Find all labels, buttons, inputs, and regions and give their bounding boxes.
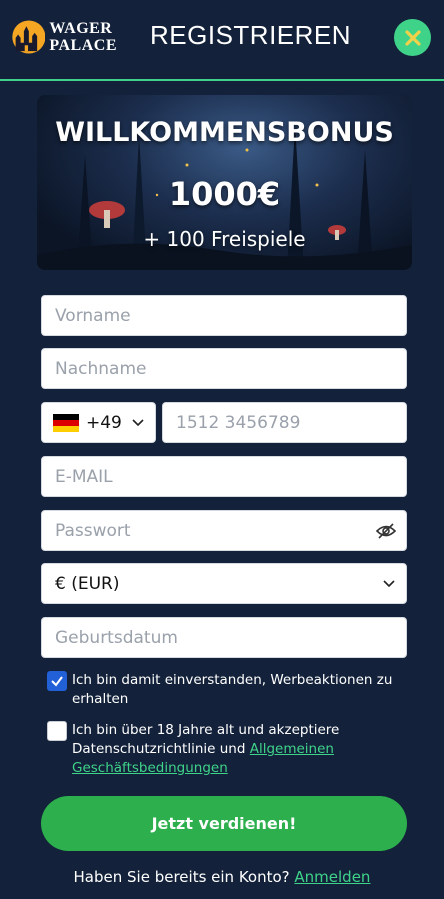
currency-select[interactable]: € (EUR) <box>41 563 407 604</box>
phone-input[interactable] <box>162 402 407 443</box>
login-prompt: Haben Sie bereits ein Konto? Anmelden <box>0 868 444 886</box>
email-input[interactable] <box>41 456 407 497</box>
birthdate-input[interactable] <box>41 617 407 658</box>
page-title: REGISTRIEREN <box>150 20 352 50</box>
logo[interactable]: WAGER PALACE <box>9 14 117 60</box>
logo-line-2: PALACE <box>49 37 117 54</box>
banner-title: WILLKOMMENSBONUS <box>55 117 394 148</box>
chevron-down-icon <box>383 580 395 588</box>
welcome-bonus-banner[interactable]: WILLKOMMENSBONUS 1000€ + 100 Freispiele <box>37 95 412 270</box>
banner-amount: 1000€ <box>168 175 281 213</box>
close-button[interactable] <box>394 19 431 56</box>
terms-consent-label: Ich bin über 18 Jahre alt und akzeptiere… <box>72 721 412 778</box>
banner-free-spins: + 100 Freispiele <box>143 227 306 251</box>
promo-consent-label: Ich bin damit einverstanden, Werbeaktion… <box>72 672 393 707</box>
country-code-value: +49 <box>86 412 122 433</box>
login-link[interactable]: Anmelden <box>294 868 370 886</box>
close-icon <box>404 29 421 46</box>
header: WAGER PALACE REGISTRIEREN <box>0 0 444 81</box>
password-input[interactable] <box>41 510 407 551</box>
germany-flag-icon <box>53 413 79 432</box>
submit-button[interactable]: Jetzt verdienen! <box>41 796 407 851</box>
first-name-input[interactable] <box>41 295 407 336</box>
login-prompt-text: Haben Sie bereits ein Konto? <box>73 868 295 886</box>
logo-line-1: WAGER <box>49 20 113 37</box>
promo-consent-checkbox[interactable] <box>47 671 67 691</box>
chevron-down-icon <box>132 419 144 427</box>
logo-text: WAGER PALACE <box>49 20 117 54</box>
eye-slash-icon[interactable] <box>375 521 397 541</box>
castle-logo-icon <box>12 20 46 54</box>
currency-value: € (EUR) <box>55 573 120 594</box>
checkmark-icon <box>51 676 63 687</box>
terms-consent-checkbox[interactable] <box>47 721 67 741</box>
last-name-input[interactable] <box>41 348 407 389</box>
country-code-select[interactable]: +49 <box>41 402 156 443</box>
